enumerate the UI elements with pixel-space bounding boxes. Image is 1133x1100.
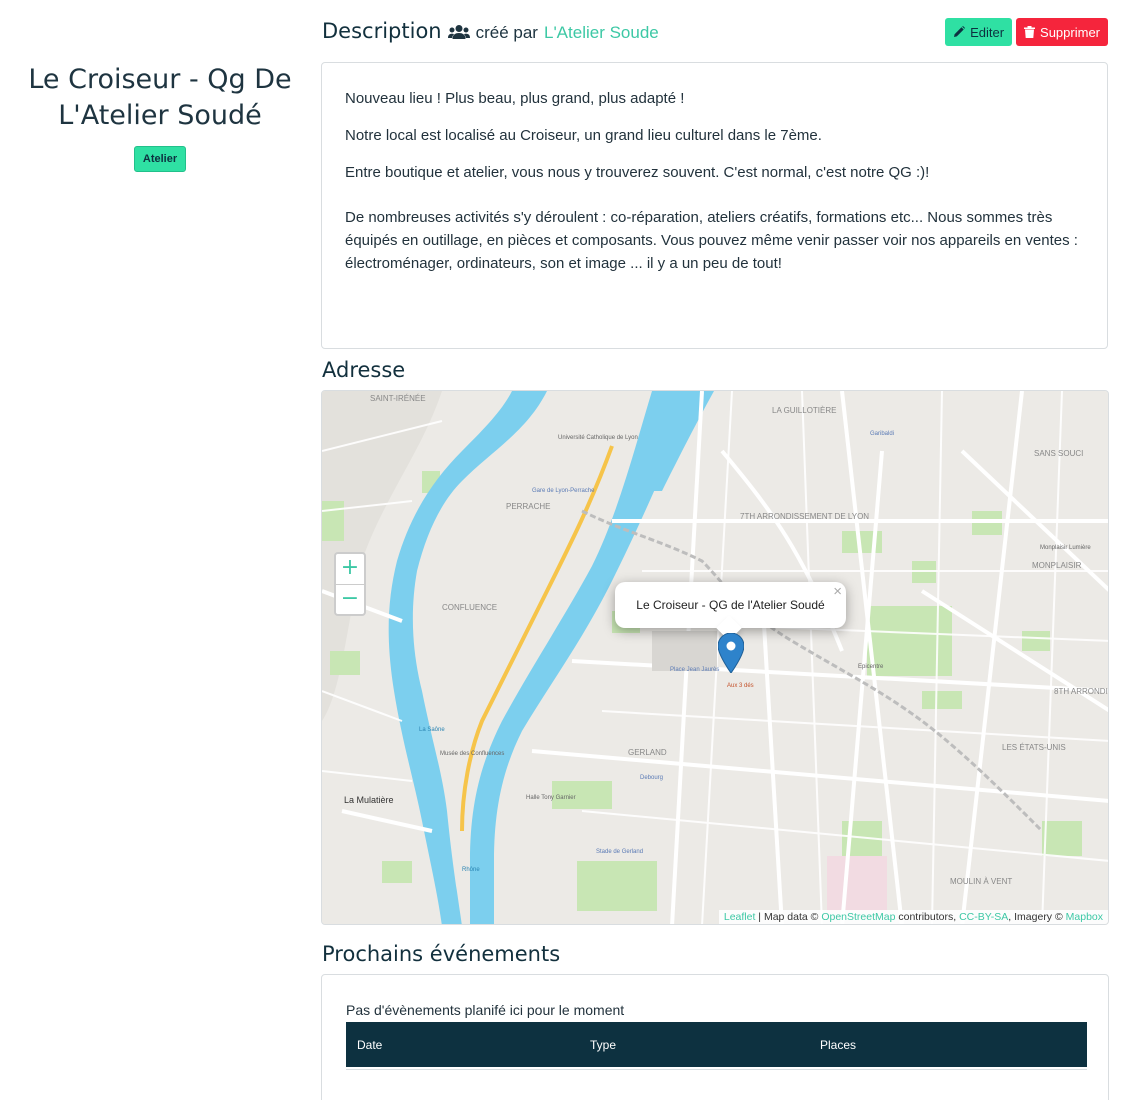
main-content: Description créé par L'Atelier Soude Edi… — [321, 0, 1109, 1100]
author-link[interactable]: L'Atelier Soude — [544, 23, 659, 43]
map-label: La Saône — [419, 727, 445, 733]
description-paragraph: Nouveau lieu ! Plus beau, plus grand, pl… — [345, 90, 685, 107]
leaflet-link[interactable]: Leaflet — [724, 911, 756, 923]
popup-text: Le Croiseur - QG de l'Atelier Soudé — [636, 598, 825, 612]
map-label: PERRACHE — [506, 502, 550, 511]
osm-link[interactable]: OpenStreetMap — [821, 911, 895, 923]
map-label: Stade de Gerland — [596, 849, 643, 855]
map-label: Place Jean Jaurès — [670, 667, 719, 673]
column-header-places[interactable]: Places — [809, 1022, 1087, 1067]
map-label: CONFLUENCE — [442, 603, 497, 612]
description-paragraph: Notre local est localisé au Croiseur, un… — [345, 127, 822, 144]
map-marker-icon[interactable] — [718, 633, 744, 673]
edit-label: Editer — [970, 24, 1005, 40]
map-label: Rhône — [462, 867, 480, 873]
map-label: Debourg — [640, 775, 663, 781]
zoom-in-button[interactable]: + — [336, 554, 364, 584]
events-table: Date Type Places — [346, 1022, 1087, 1070]
license-link[interactable]: CC-BY-SA — [959, 911, 1008, 923]
map-label: Monplaisir Lumière — [1040, 545, 1091, 551]
delete-label: Supprimer — [1040, 24, 1100, 40]
edit-button[interactable]: Editer — [945, 18, 1013, 46]
trash-icon — [1024, 26, 1036, 38]
zoom-out-button[interactable]: − — [336, 584, 364, 614]
popup-close-button[interactable]: × — [833, 583, 842, 600]
place-header: Le Croiseur - Qg De L'Atelier Soudé Atel… — [0, 62, 320, 172]
address-title: Adresse — [322, 358, 406, 382]
description-paragraph: Entre boutique et atelier, vous nous y t… — [345, 164, 930, 181]
map-label: Aux 3 dés — [727, 683, 754, 689]
map-label: LES ÉTATS-UNIS — [1002, 743, 1066, 752]
description-header: Description créé par L'Atelier Soude Edi… — [321, 0, 1109, 62]
description-title: Description — [322, 19, 442, 43]
map-label: MOULIN À VENT — [950, 877, 1012, 886]
map-label: Garibaldi — [870, 431, 894, 437]
place-title: Le Croiseur - Qg De L'Atelier Soudé — [28, 64, 292, 131]
map-attribution: Leaflet | Map data © OpenStreetMap contr… — [718, 910, 1108, 924]
column-header-date[interactable]: Date — [346, 1022, 579, 1067]
zoom-control: + − — [334, 552, 366, 616]
map-label: LA GUILLOTIÈRE — [772, 406, 836, 415]
action-buttons: Editer Supprimer — [945, 18, 1108, 46]
mapbox-link[interactable]: Mapbox — [1066, 911, 1103, 923]
description-paragraph: De nombreuses activités s'y déroulent : … — [345, 209, 1078, 272]
events-card: Pas d'évènements planifé ici pour le mom… — [321, 974, 1109, 1100]
users-icon — [447, 24, 470, 40]
events-title: Prochains événements — [322, 942, 561, 966]
map-label: SANS SOUCI — [1034, 449, 1083, 458]
map-label: Université Catholique de Lyon — [558, 435, 638, 441]
no-events-text: Pas d'évènements planifé ici pour le mom… — [346, 1002, 625, 1018]
map-label: Halle Tony Garnier — [526, 795, 576, 801]
created-by-label: créé par — [475, 23, 538, 42]
pencil-icon — [954, 26, 966, 37]
map[interactable]: SAINT-IRÉNÉE LA GUILLOTIÈRE PERRACHE CON… — [321, 390, 1109, 925]
delete-button[interactable]: Supprimer — [1016, 18, 1108, 46]
map-label: Gare de Lyon-Perrache — [532, 488, 595, 494]
description-card: Nouveau lieu ! Plus beau, plus grand, pl… — [321, 62, 1108, 349]
map-label: MONPLAISIR — [1032, 561, 1082, 570]
category-badge[interactable]: Atelier — [133, 146, 187, 172]
column-header-type[interactable]: Type — [579, 1022, 809, 1067]
map-label: Musée des Confluences — [440, 751, 504, 757]
map-label: Epicentre — [858, 664, 884, 670]
table-row — [346, 1067, 1087, 1070]
map-tiles[interactable]: SAINT-IRÉNÉE LA GUILLOTIÈRE PERRACHE CON… — [322, 391, 1109, 925]
map-label: 7TH ARRONDISSEMENT DE LYON — [740, 512, 869, 521]
map-popup: Le Croiseur - QG de l'Atelier Soudé × — [615, 582, 846, 641]
map-label: 8TH ARRONDISSEMENT DE LYON — [1054, 687, 1109, 696]
map-label: La Mulatière — [344, 795, 394, 805]
map-label: SAINT-IRÉNÉE — [370, 394, 426, 403]
map-label: GERLAND — [628, 748, 667, 757]
